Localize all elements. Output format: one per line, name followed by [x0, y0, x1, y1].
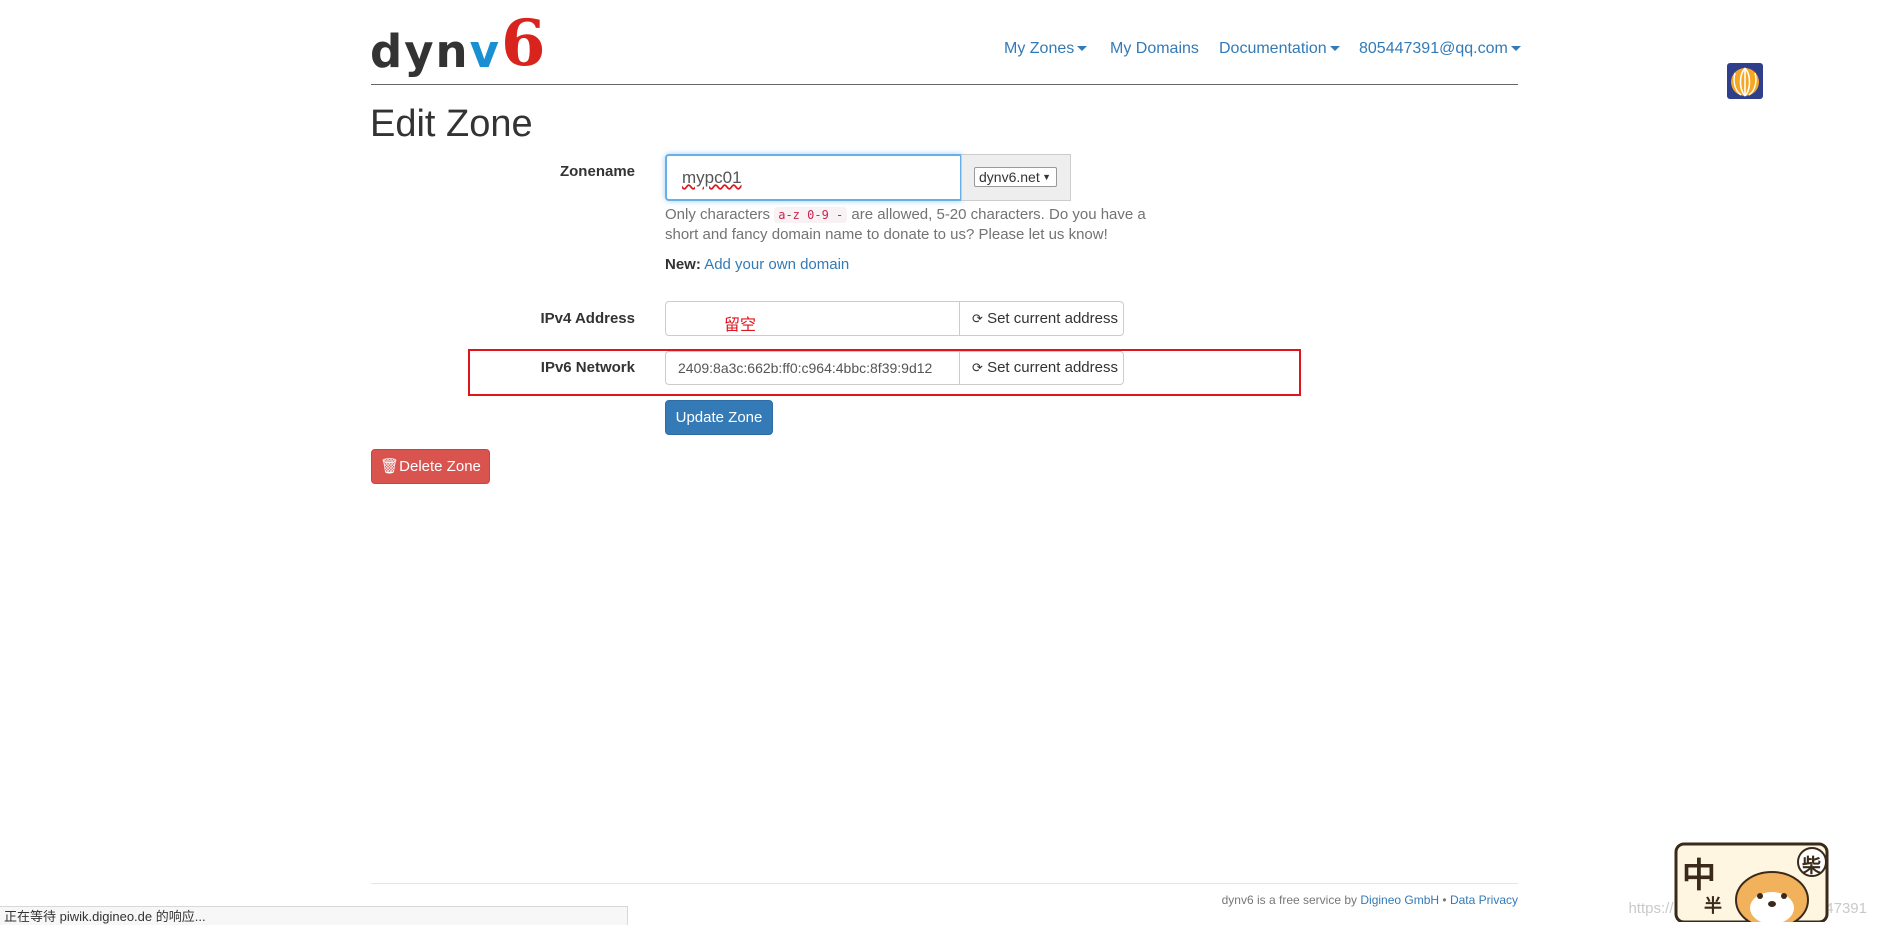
browser-status-bar: 正在等待 piwik.digineo.de 的响应...: [0, 906, 628, 925]
ipv4-set-current-button[interactable]: ⟳ Set current address: [959, 301, 1124, 336]
ipv4-annotation: 留空: [724, 317, 757, 334]
ipv4-label: IPv4 Address: [540, 310, 636, 327]
nav-my-domains[interactable]: My Domains: [1110, 40, 1199, 58]
nav-documentation[interactable]: Documentation: [1219, 40, 1340, 58]
trash-icon: 🗑: [380, 458, 400, 475]
page-title: Edit Zone: [370, 103, 533, 145]
data-privacy-link[interactable]: Data Privacy: [1450, 893, 1518, 907]
shiba-sticker: 中 柴 半: [1674, 842, 1829, 927]
dropdown-arrow-icon: ▼: [1042, 172, 1051, 182]
highlight-box: [468, 349, 1301, 396]
footer-divider: [371, 883, 1518, 884]
domain-select[interactable]: dynv6.net ▼: [974, 167, 1057, 187]
digineo-link[interactable]: Digineo GmbH: [1360, 893, 1439, 907]
zonename-input[interactable]: mypc01: [665, 154, 962, 201]
caret-down-icon: [1510, 46, 1521, 52]
refresh-icon: ⟳: [972, 311, 983, 326]
footer: dynv6 is a free service by Digineo GmbH …: [1221, 893, 1518, 907]
zonename-label: Zonename: [559, 163, 635, 180]
dynv6-logo[interactable]: dynv6: [370, 6, 547, 83]
update-zone-button[interactable]: Update Zone: [665, 400, 773, 435]
allowed-chars-code: a-z 0-9 -: [774, 207, 848, 223]
header-divider: [371, 84, 1518, 85]
delete-zone-button[interactable]: 🗑Delete Zone: [371, 449, 490, 484]
nav-my-zones[interactable]: My Zones: [1004, 40, 1088, 58]
new-domain-note: New: Add your own domain: [665, 256, 850, 273]
zonename-help: Only characters a-z 0-9 - are allowed, 5…: [665, 206, 1146, 243]
domain-addon: dynv6.net ▼: [961, 154, 1071, 201]
add-own-domain-link[interactable]: Add your own domain: [704, 256, 849, 273]
nav-user-account[interactable]: 805447391@qq.com: [1359, 40, 1521, 58]
caret-down-icon: [1077, 46, 1088, 52]
caret-down-icon: [1329, 46, 1340, 52]
browser-extension-icon[interactable]: [1727, 63, 1763, 99]
ipv4-input[interactable]: [665, 301, 960, 336]
